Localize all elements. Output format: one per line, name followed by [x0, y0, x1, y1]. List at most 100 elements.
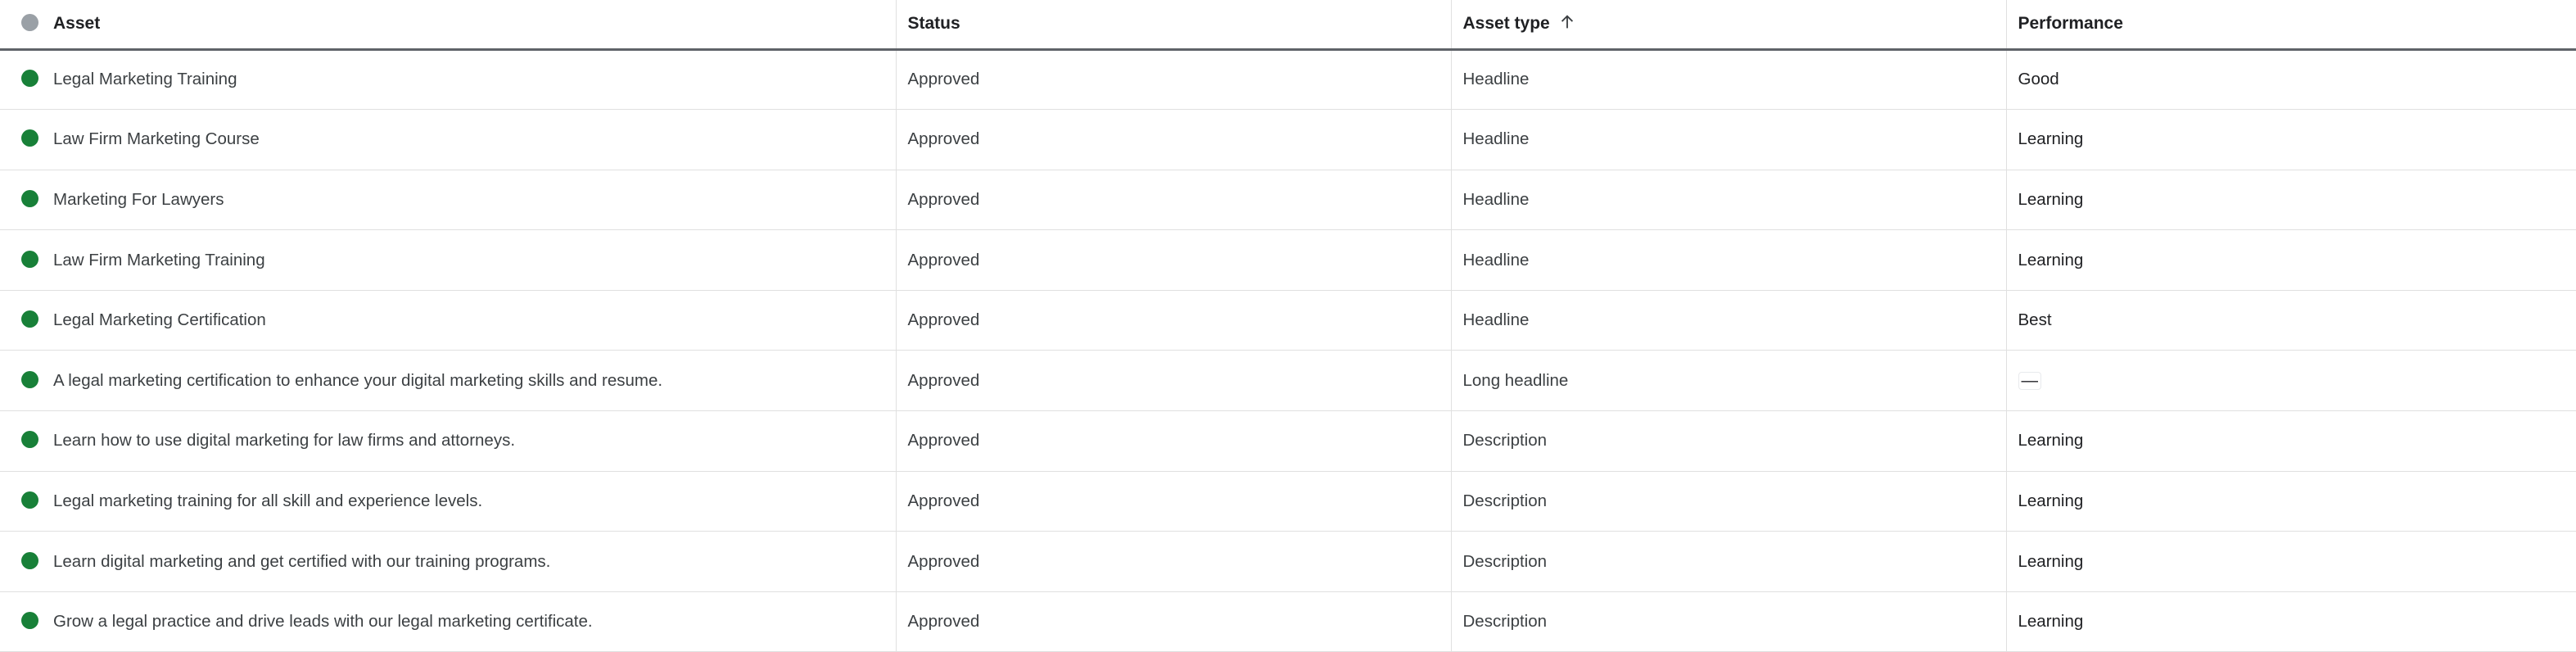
status-value: Approved [907, 310, 980, 330]
status-value: Approved [907, 491, 980, 510]
asset-cell[interactable]: Legal marketing training for all skill a… [0, 471, 896, 532]
performance-cell: Learning [2005, 170, 2576, 230]
asset-type-cell: Description [1450, 410, 2006, 472]
performance-value: Learning [2018, 491, 2084, 510]
performance-value: — [2018, 371, 2041, 390]
asset-type-cell: Headline [1450, 49, 2006, 110]
table-row[interactable]: Marketing For Lawyers Approved Headline Lea… [0, 170, 2576, 230]
asset-cell[interactable]: Legal Marketing Certification [0, 290, 896, 351]
asset-type-cell: Long headline [1450, 350, 2006, 411]
table-body: Legal Marketing Training Approved Headline… [0, 49, 2576, 652]
performance-cell: — [2005, 350, 2576, 411]
asset-type-value: Headline [1462, 70, 1530, 89]
asset-type-cell: Description [1450, 531, 2006, 592]
table-row[interactable]: Legal Marketing Training Approved Headline… [0, 49, 2576, 110]
performance-cell: Learning [2005, 471, 2576, 532]
table-row[interactable]: Learn digital marketing and get certifie… [0, 531, 2576, 592]
status-dot-icon [21, 190, 38, 208]
status-dot-icon [21, 431, 38, 449]
assets-table: Asset Status Asset type Performance Lega… [0, 0, 2576, 652]
table-row[interactable]: Law Firm Marketing Training Approved Headl… [0, 229, 2576, 291]
status-cell: Approved [895, 410, 1451, 472]
table-row[interactable]: Law Firm Marketing Course Approved Headlin… [0, 109, 2576, 170]
table-row[interactable]: Legal Marketing Certification Approved Hea… [0, 290, 2576, 351]
performance-cell: Learning [2005, 591, 2576, 652]
status-cell: Approved [895, 591, 1451, 652]
asset-cell[interactable]: Learn digital marketing and get certifie… [0, 532, 896, 592]
performance-cell: Learning [2005, 109, 2576, 170]
asset-type-value: Headline [1462, 129, 1530, 149]
header-row: Asset Status Asset type Performance [0, 0, 2576, 49]
asset-text: Legal marketing training for all skill a… [53, 491, 483, 510]
asset-type-column-header[interactable]: Asset type [1450, 0, 2006, 49]
asset-text: Learn digital marketing and get certifie… [53, 551, 551, 571]
asset-text: Law Firm Marketing Course [53, 129, 260, 149]
asset-text: Law Firm Marketing Training [53, 250, 265, 269]
performance-value: Best [2018, 310, 2052, 330]
status-cell: Approved [895, 170, 1451, 230]
performance-cell: Learning [2005, 229, 2576, 291]
performance-cell: Learning [2005, 531, 2576, 592]
status-cell: Approved [895, 229, 1451, 291]
asset-text: Learn how to use digital marketing for l… [53, 431, 516, 451]
status-dot-icon [21, 310, 38, 328]
arrow-up-icon[interactable] [1558, 12, 1576, 32]
status-value: Approved [907, 70, 980, 89]
asset-text: Marketing For Lawyers [53, 189, 224, 209]
asset-type-value: Headline [1462, 189, 1530, 209]
asset-cell[interactable]: A legal marketing certification to enhan… [0, 351, 896, 411]
status-dot-icon [21, 551, 38, 569]
table-row[interactable]: Learn how to use digital marketing for l… [0, 410, 2576, 472]
performance-value: Learning [2018, 612, 2084, 632]
status-cell: Approved [895, 290, 1451, 351]
performance-column-header[interactable]: Performance [2005, 0, 2576, 49]
asset-text: A legal marketing certification to enhan… [53, 370, 663, 390]
asset-type-value: Headline [1462, 250, 1530, 269]
status-column-header[interactable]: Status [895, 0, 1451, 49]
table-header: Asset Status Asset type Performance [0, 0, 2576, 49]
asset-cell[interactable]: Legal Marketing Training [0, 49, 896, 110]
asset-type-value: Description [1462, 491, 1548, 510]
asset-text: Legal Marketing Training [53, 70, 237, 89]
asset-cell[interactable]: Learn how to use digital marketing for l… [0, 411, 896, 472]
asset-cell[interactable]: Marketing For Lawyers [0, 170, 896, 230]
asset-type-cell: Description [1450, 591, 2006, 652]
status-cell: Approved [895, 471, 1451, 532]
asset-text: Legal Marketing Certification [53, 310, 266, 330]
asset-column-header[interactable]: Asset [0, 0, 896, 49]
status-cell: Approved [895, 109, 1451, 170]
performance-cell: Good [2005, 49, 2576, 110]
asset-type-value: Headline [1462, 310, 1530, 330]
asset-type-value: Long headline [1462, 370, 1569, 390]
asset-type-cell: Headline [1450, 170, 2006, 230]
asset-cell[interactable]: Law Firm Marketing Course [0, 110, 896, 170]
status-value: Approved [907, 551, 980, 571]
status-dot-icon [21, 14, 38, 32]
status-cell: Approved [895, 49, 1451, 110]
status-dot-icon [21, 129, 38, 147]
asset-type-cell: Headline [1450, 290, 2006, 351]
asset-header-label: Asset [53, 14, 101, 34]
status-header-label: Status [907, 14, 960, 34]
status-dot-icon [21, 491, 38, 509]
table-row[interactable]: Legal marketing training for all skill a… [0, 471, 2576, 532]
performance-value: Learning [2018, 250, 2084, 269]
performance-value: Learning [2018, 189, 2084, 209]
status-dot-icon [21, 612, 38, 630]
performance-header-label: Performance [2018, 14, 2123, 34]
asset-cell[interactable]: Law Firm Marketing Training [0, 230, 896, 291]
asset-type-value: Description [1462, 612, 1548, 632]
status-value: Approved [907, 370, 980, 390]
asset-type-header-label: Asset type [1462, 14, 1550, 34]
asset-type-cell: Description [1450, 471, 2006, 532]
performance-value: Good [2018, 70, 2059, 89]
asset-type-value: Description [1462, 431, 1548, 451]
table-row[interactable]: A legal marketing certification to enhan… [0, 350, 2576, 411]
status-dot-icon [21, 370, 38, 388]
table-row[interactable]: Grow a legal practice and drive leads wi… [0, 591, 2576, 652]
performance-value: Learning [2018, 129, 2084, 149]
status-cell: Approved [895, 350, 1451, 411]
status-value: Approved [907, 431, 980, 451]
status-value: Approved [907, 250, 980, 269]
asset-cell[interactable]: Grow a legal practice and drive leads wi… [0, 591, 896, 652]
